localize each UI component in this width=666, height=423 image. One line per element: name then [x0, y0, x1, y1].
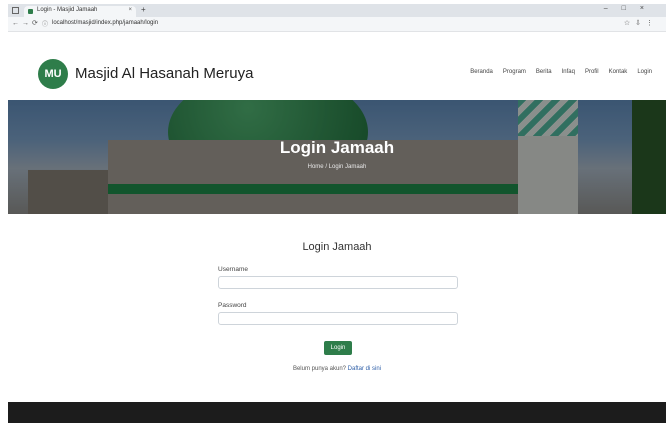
signup-prompt: Belum punya akun? Daftar di sini: [8, 366, 666, 372]
password-input[interactable]: [218, 312, 458, 325]
favicon-icon: [28, 9, 33, 14]
menu-item-program[interactable]: Program: [503, 69, 526, 75]
menu-item-beranda[interactable]: Beranda: [470, 69, 493, 75]
hero-banner: Login Jamaah Home / Login Jamaah: [8, 100, 666, 214]
username-input[interactable]: [218, 276, 458, 289]
menu-item-berita[interactable]: Berita: [536, 69, 552, 75]
menu-item-profil[interactable]: Profil: [585, 69, 599, 75]
toolbar-icons[interactable]: ☆⇩⋮: [624, 19, 658, 27]
url-field[interactable]: ⓘ localhost/masjid/index.php/jamaah/logi…: [42, 19, 542, 29]
tab-title: Login - Masjid Jamaah: [37, 7, 98, 13]
hero-title: Login Jamaah: [279, 138, 395, 157]
password-label: Password: [218, 302, 247, 309]
site-header: MU Masjid Al Hasanah Meruya Beranda Prog…: [8, 32, 666, 102]
login-button[interactable]: Login: [324, 341, 352, 355]
lock-icon: ⓘ: [42, 22, 49, 28]
menu-item-login[interactable]: Login: [637, 69, 652, 75]
browser-tab[interactable]: Login - Masjid Jamaah ×: [24, 6, 136, 17]
navigation-icons[interactable]: ←→⟳: [12, 19, 41, 27]
window-controls-icon[interactable]: –□×: [604, 5, 658, 12]
menu-item-infaq[interactable]: Infaq: [562, 69, 575, 75]
tab-close-icon[interactable]: ×: [128, 7, 132, 13]
browser-window: Login - Masjid Jamaah × + –□× ←→⟳ ⓘ loca…: [8, 4, 666, 423]
main-menu: Beranda Program Berita Infaq Profil Kont…: [470, 69, 652, 75]
signup-link[interactable]: Daftar di sini: [348, 366, 381, 372]
url-text: localhost/masjid/index.php/jamaah/login: [52, 20, 159, 26]
breadcrumb[interactable]: Home / Login Jamaah: [8, 164, 666, 170]
signup-text: Belum punya akun?: [292, 366, 348, 372]
form-title: Login Jamaah: [302, 241, 372, 253]
window-menu-icon[interactable]: [12, 7, 19, 14]
address-bar: ←→⟳ ⓘ localhost/masjid/index.php/jamaah/…: [8, 17, 666, 32]
mosque-logo-icon[interactable]: MU: [38, 59, 68, 89]
menu-item-kontak[interactable]: Kontak: [609, 69, 628, 75]
new-tab-icon[interactable]: +: [141, 5, 146, 14]
tab-strip: Login - Masjid Jamaah × + –□×: [8, 4, 666, 17]
username-label: Username: [218, 266, 248, 273]
site-name[interactable]: Masjid Al Hasanah Meruya: [75, 65, 253, 82]
footer: [8, 402, 666, 423]
